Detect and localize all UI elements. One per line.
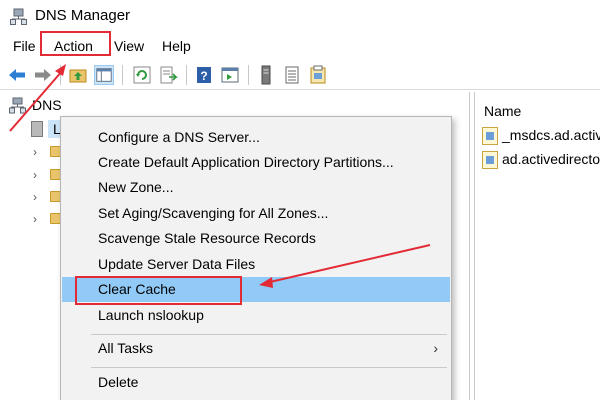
forward-arrow-icon[interactable] (33, 65, 53, 85)
dns-manager-icon (10, 8, 27, 25)
refresh-icon[interactable] (132, 65, 152, 85)
menu-item-update-server-data-files[interactable]: Update Server Data Files (62, 252, 450, 277)
submenu-arrow-icon: › (433, 340, 438, 356)
zone-icon (482, 127, 498, 146)
menu-item-launch-nslookup[interactable]: Launch nslookup (62, 303, 450, 328)
all-tasks-label: All Tasks (98, 340, 153, 356)
tree-expander[interactable]: › (33, 212, 37, 226)
zone-label: ad.activedirector (502, 151, 600, 167)
menu-separator (91, 334, 447, 335)
list-icon[interactable] (282, 65, 302, 85)
svg-text:?: ? (200, 69, 207, 83)
menu-item-create-default-partitions[interactable]: Create Default Application Directory Par… (62, 150, 450, 175)
menu-item-scavenge-stale-records[interactable]: Scavenge Stale Resource Records (62, 226, 450, 251)
tree-root-dns[interactable]: DNS (32, 97, 62, 113)
show-hide-action-pane-icon[interactable] (220, 65, 240, 85)
tree-expander[interactable]: › (33, 190, 37, 204)
action-menu-annotation-box (40, 31, 111, 56)
show-hide-console-tree-icon[interactable] (94, 65, 114, 85)
help-icon[interactable]: ? (194, 65, 214, 85)
clear-cache-annotation-box (75, 276, 242, 305)
zone-label: _msdcs.ad.active (502, 127, 600, 143)
server-node-icon (31, 121, 43, 137)
tree-expander[interactable]: › (33, 145, 37, 159)
window-title: DNS Manager (35, 7, 131, 24)
menu-item-all-tasks[interactable]: All Tasks › (62, 336, 450, 361)
back-arrow-icon[interactable] (7, 65, 27, 85)
toolbar: ? (0, 60, 600, 90)
menu-item-delete[interactable]: Delete (62, 370, 450, 395)
column-header-name[interactable]: Name (484, 103, 521, 119)
dns-root-icon (9, 97, 26, 114)
up-folder-icon[interactable] (68, 65, 88, 85)
properties-icon[interactable] (308, 65, 328, 85)
menu-help[interactable]: Help (160, 38, 193, 54)
context-menu: Configure a DNS Server... Create Default… (60, 116, 452, 400)
tree-expander[interactable]: › (33, 168, 37, 182)
menu-view[interactable]: View (112, 38, 146, 54)
zone-row[interactable]: _msdcs.ad.active (482, 127, 600, 146)
menu-separator (91, 367, 447, 368)
menu-file[interactable]: File (11, 38, 38, 54)
zone-row[interactable]: ad.activedirector (482, 151, 600, 170)
menu-item-new-zone[interactable]: New Zone... (62, 175, 450, 200)
server-icon[interactable] (256, 65, 276, 85)
zone-icon (482, 151, 498, 170)
export-list-icon[interactable] (158, 65, 178, 85)
menu-item-set-aging-scavenging[interactable]: Set Aging/Scavenging for All Zones... (62, 201, 450, 226)
title-bar: DNS Manager (0, 0, 600, 32)
menu-item-configure-dns-server[interactable]: Configure a DNS Server... (62, 125, 450, 150)
